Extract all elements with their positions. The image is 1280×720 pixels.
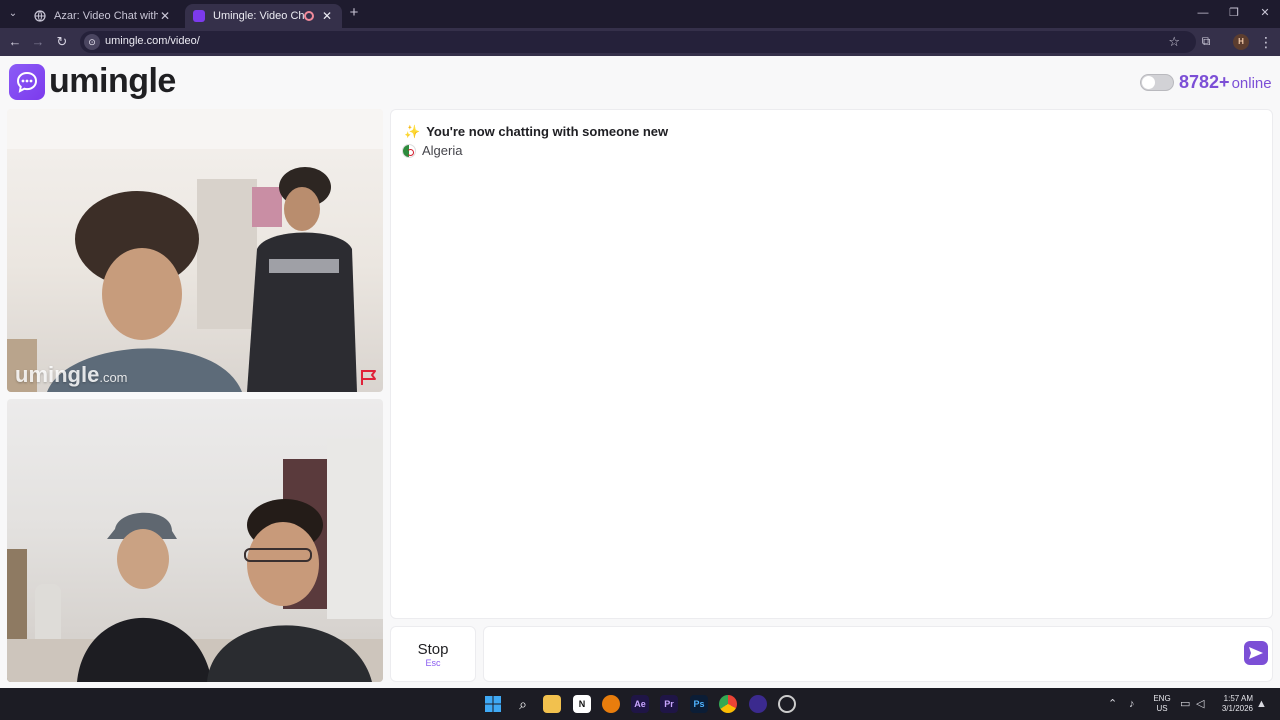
url-text[interactable]: umingle.com/video/ — [105, 35, 200, 47]
microphone-icon[interactable]: ♪ — [1129, 697, 1135, 711]
close-tab-icon[interactable]: ✕ — [320, 9, 334, 23]
close-window-icon[interactable]: ✕ — [1256, 5, 1274, 21]
notifications-bell-icon[interactable]: ▲ — [1256, 697, 1267, 711]
tab-title: Umingle: Video Chat with S — [213, 10, 304, 22]
bookmark-star-icon[interactable]: ☆ — [1168, 34, 1180, 50]
stranger-video: umingle.com — [7, 109, 383, 392]
new-tab-button[interactable]: + — [346, 5, 362, 21]
tab-umingle[interactable]: Umingle: Video Chat with S ✕ — [185, 4, 342, 28]
language-region: US — [1156, 704, 1168, 713]
clock-time: 1:57 AM — [1223, 694, 1253, 703]
browser-toolbar: ← → ↻ ⊙ umingle.com/video/ ☆ ⧉ H ⋮ — [0, 28, 1280, 56]
stop-button[interactable]: Stop Esc — [390, 626, 476, 682]
online-count: 8782+ — [1179, 72, 1230, 92]
page: umingle 8782+ online umingle.com ✨ You'r… — [0, 56, 1280, 688]
self-video-frame — [7, 439, 383, 682]
clock[interactable]: 1:57 AM 3/1/2026 — [1213, 694, 1253, 714]
search-icon[interactable]: ⌕ — [514, 695, 532, 713]
clock-date: 3/1/2026 — [1221, 704, 1253, 713]
tab-search-icon[interactable]: ⌄ — [4, 5, 22, 23]
send-arrow-icon — [1249, 647, 1263, 659]
photoshop-icon[interactable]: Ps — [690, 695, 708, 713]
message-input[interactable] — [483, 626, 1273, 682]
system-message: ✨ You're now chatting with someone new — [404, 124, 668, 140]
extensions-icon[interactable]: ⧉ — [1199, 34, 1213, 48]
self-video — [7, 399, 383, 682]
chrome-icon[interactable] — [719, 695, 737, 713]
umingle-favicon-icon — [193, 10, 205, 22]
language-indicator[interactable]: ENG US — [1151, 694, 1173, 714]
app-settings-icon[interactable] — [778, 695, 796, 713]
blender-icon[interactable] — [602, 695, 620, 713]
stop-shortcut-hint: Esc — [425, 658, 441, 668]
windows-start-icon[interactable] — [484, 695, 502, 713]
tab-title: Azar: Video Chat with New Peo — [54, 10, 158, 22]
reload-icon[interactable]: ↻ — [54, 34, 70, 50]
chat-log: ✨ You're now chatting with someone new Al… — [390, 109, 1273, 619]
premiere-icon[interactable]: Pr — [660, 695, 678, 713]
tab-azar[interactable]: Azar: Video Chat with New Peo ✕ — [26, 4, 180, 28]
recording-indicator-icon — [304, 11, 314, 21]
stop-label: Stop — [417, 641, 449, 658]
algeria-flag-icon — [402, 143, 416, 158]
theme-toggle[interactable] — [1140, 74, 1174, 91]
profile-avatar[interactable]: H — [1233, 34, 1249, 50]
app-circle-icon[interactable] — [749, 695, 767, 713]
restore-icon[interactable]: ❐ — [1225, 5, 1243, 21]
after-effects-icon[interactable]: Ae — [631, 695, 649, 713]
site-info-icon[interactable]: ⊙ — [84, 34, 100, 50]
show-hidden-icons-icon[interactable]: ⌃ — [1108, 697, 1117, 711]
send-button[interactable] — [1244, 641, 1268, 665]
windows-taskbar: ⌕ N Ae Pr Ps ⌃ ♪ ENG US ▭ ◁ 1:57 AM 3/1/… — [0, 688, 1280, 720]
umingle-logo-icon[interactable] — [9, 64, 45, 100]
file-explorer-icon[interactable] — [543, 695, 561, 713]
country-name: Algeria — [422, 143, 463, 158]
language-code: ENG — [1153, 694, 1171, 703]
umingle-watermark: umingle.com — [15, 362, 128, 388]
toggle-knob — [1142, 76, 1155, 89]
address-bar[interactable]: ⊙ umingle.com/video/ ☆ — [80, 31, 1196, 53]
watermark-suffix: .com — [99, 370, 128, 385]
stranger-video-frame — [7, 109, 383, 392]
globe-icon — [34, 10, 46, 22]
network-icon[interactable]: ▭ — [1180, 697, 1190, 711]
forward-arrow-icon[interactable]: → — [30, 34, 46, 50]
back-arrow-icon[interactable]: ← — [7, 34, 23, 50]
online-counter: 8782+ online — [1179, 72, 1272, 93]
report-flag-icon[interactable] — [359, 368, 379, 386]
system-message-text: You're now chatting with someone new — [426, 124, 669, 139]
logo-text[interactable]: umingle — [49, 62, 176, 101]
online-label: online — [1231, 75, 1272, 92]
notion-icon[interactable]: N — [573, 695, 591, 713]
close-tab-icon[interactable]: ✕ — [158, 9, 172, 23]
browser-menu-icon[interactable]: ⋮ — [1259, 33, 1273, 51]
minimize-icon[interactable]: — — [1194, 5, 1212, 21]
browser-titlebar: ⌄ Azar: Video Chat with New Peo ✕ Umingl… — [0, 0, 1280, 28]
watermark-text: umingle — [15, 362, 100, 387]
stranger-country: Algeria — [402, 143, 462, 158]
sparkle-icon: ✨ — [404, 124, 421, 139]
volume-icon[interactable]: ◁ — [1196, 697, 1204, 711]
